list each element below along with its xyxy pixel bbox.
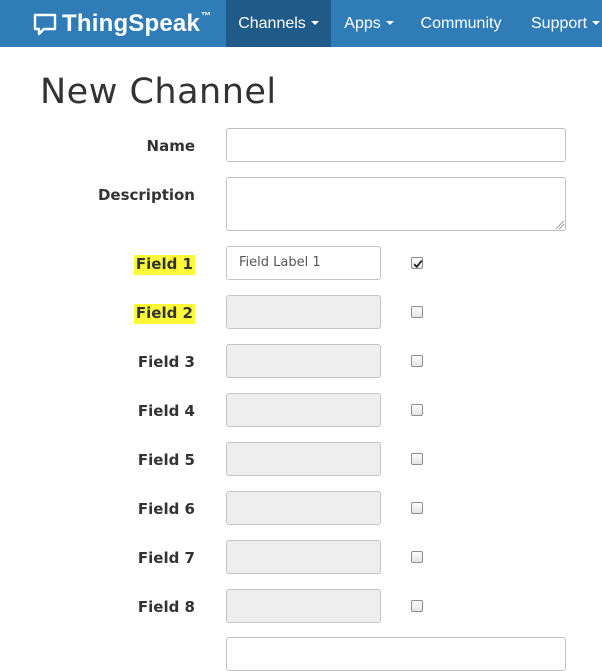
resize-grip-icon[interactable] [555,220,565,230]
field-8-checkbox[interactable] [411,600,423,612]
field-5-label: Field 5 [137,451,195,469]
field-6-label: Field 6 [137,500,195,518]
field-2-checkbox[interactable] [411,306,423,318]
brand-logo[interactable]: ThingSpeak ™ [33,7,211,41]
metadata-input[interactable] [226,637,566,671]
nav-community[interactable]: Community [407,0,515,47]
field-3-input[interactable] [226,344,381,378]
nav-channels-label: Channels [238,15,306,32]
speech-bubble-icon [33,12,57,36]
field-3-label: Field 3 [137,353,195,371]
trademark-symbol: ™ [201,10,212,22]
navbar: ThingSpeak ™ Channels Apps Community Sup… [0,0,602,47]
field-1-input[interactable]: Field Label 1 [226,246,381,280]
caret-down-icon [592,21,601,25]
field-3-checkbox[interactable] [411,355,423,367]
field-2-label: Field 2 [133,304,195,322]
nav-support-label: Support [531,15,588,32]
field-1-label: Field 1 [133,255,195,273]
brand-name: ThingSpeak [62,10,201,37]
field-2-label-text: Field 2 [133,304,195,322]
caret-down-icon [385,21,394,25]
checkmark-icon [413,260,423,269]
nav-apps-label: Apps [344,15,381,32]
nav-channels[interactable]: Channels [226,0,331,47]
field-4-checkbox[interactable] [411,404,423,416]
nav-apps[interactable]: Apps [331,0,407,47]
caret-down-icon [310,21,319,25]
field-4-label: Field 4 [137,402,195,420]
field-1-label-text: Field 1 [133,255,195,273]
field-4-input[interactable] [226,393,381,427]
field-6-input[interactable] [226,491,381,525]
field-5-checkbox[interactable] [411,453,423,465]
description-textarea[interactable] [226,177,566,231]
field-7-checkbox[interactable] [411,551,423,563]
name-input[interactable] [226,128,566,162]
field-1-checkbox[interactable] [411,257,423,269]
field-7-label: Field 7 [137,549,195,567]
field-2-input[interactable] [226,295,381,329]
nav-community-label: Community [420,15,502,32]
page-title: New Channel [40,72,277,112]
nav-support[interactable]: Support [515,0,602,47]
name-label: Name [146,137,195,155]
field-8-input[interactable] [226,589,381,623]
field-5-input[interactable] [226,442,381,476]
field-8-label: Field 8 [137,598,195,616]
field-7-input[interactable] [226,540,381,574]
description-label: Description [97,186,195,204]
field-6-checkbox[interactable] [411,502,423,514]
